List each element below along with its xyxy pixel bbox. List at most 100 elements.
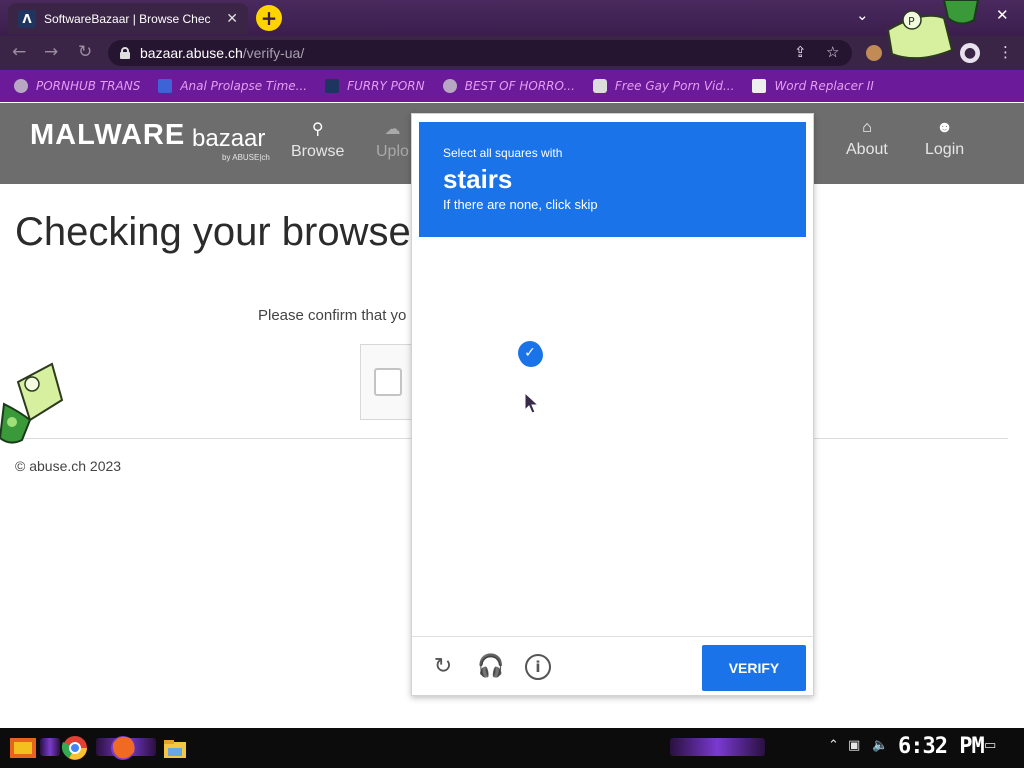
network-icon[interactable]: ▣ — [848, 738, 860, 753]
puzzle-icon — [592, 79, 607, 93]
taskbar-decoration — [40, 738, 60, 756]
captcha-tile[interactable] — [516, 243, 611, 338]
captcha-tile[interactable] — [614, 340, 709, 435]
url-host: bazaar.abuse.ch — [140, 45, 243, 61]
wr-icon — [752, 79, 767, 93]
info-icon[interactable]: i — [525, 654, 551, 680]
back-icon[interactable]: ← — [12, 42, 26, 62]
tile-selected-check-icon: ✓ — [518, 341, 542, 365]
taskbar-decoration — [670, 738, 765, 756]
reload-icon[interactable]: ↻ — [78, 42, 92, 62]
tab-strip: Λ SoftwareBazaar | Browse Chec ✕ + ⌄ ✕ — [0, 0, 1024, 36]
user-icon: ☻ — [936, 119, 953, 136]
captcha-footer: ↻ 🎧 i VERIFY — [412, 636, 815, 697]
tray-overflow-icon[interactable]: ⌃ — [828, 738, 839, 753]
captcha-tile[interactable] — [419, 340, 514, 435]
verify-button[interactable]: VERIFY — [702, 645, 806, 691]
new-tab-button[interactable]: + — [256, 5, 282, 31]
bookmark-label: BEST OF HORRO... — [464, 79, 575, 93]
confirm-text: Please confirm that yo — [258, 307, 407, 324]
building-icon: ⌂ — [862, 119, 872, 136]
bookmark-label: PORNHUB TRANS — [36, 79, 141, 93]
taskbar: ⌃ ▣ 🔈 6:32 PM ▭ — [0, 728, 1024, 768]
site-logo[interactable]: MALWARE — [30, 119, 185, 152]
nav-upload[interactable]: ☁ Uplo — [376, 119, 409, 161]
nav-browse[interactable]: ⚲ Browse — [291, 119, 344, 161]
captcha-tile[interactable] — [419, 243, 514, 338]
bookmark-label: Word Replacer II — [774, 79, 874, 93]
page-title: Checking your browser — [15, 210, 425, 254]
mascot-sticker-left — [0, 362, 64, 444]
captcha-tile[interactable] — [711, 340, 806, 435]
prompt-instruction: Select all squares with — [443, 146, 563, 160]
audio-headphones-icon[interactable]: 🎧 — [477, 654, 504, 680]
bookmark-item[interactable]: Anal Prolapse Time... — [158, 79, 307, 93]
taskbar-clock[interactable]: 6:32 PM — [898, 734, 985, 759]
captcha-tile[interactable] — [711, 535, 806, 630]
bookmark-item[interactable]: PORNHUB TRANS — [14, 79, 140, 93]
captcha-challenge: Select all squares with stairs If there … — [411, 113, 815, 697]
captcha-tile[interactable] — [419, 438, 514, 533]
bookmark-label: FURRY PORN — [347, 79, 425, 93]
globe-icon — [14, 79, 28, 93]
bookmark-label: Anal Prolapse Time... — [180, 79, 308, 93]
bookmark-item[interactable]: Word Replacer II — [752, 79, 874, 93]
browser-tab[interactable]: Λ SoftwareBazaar | Browse Chec ✕ — [8, 3, 248, 34]
captcha-tile[interactable] — [614, 243, 709, 338]
forward-icon[interactable]: → — [44, 42, 58, 62]
captcha-tile[interactable] — [614, 535, 709, 630]
refresh-icon[interactable]: ↻ — [430, 654, 456, 680]
nav-label: Uplo — [376, 143, 409, 160]
captcha-tile[interactable] — [711, 438, 806, 533]
menu-kebab-icon[interactable]: ⋮ — [998, 43, 1013, 61]
nav-label: Login — [925, 141, 965, 158]
mouse-cursor-icon — [524, 392, 540, 414]
url-path: /verify-ua/ — [242, 45, 305, 61]
close-tab-icon[interactable]: ✕ — [226, 11, 238, 27]
mascot-sticker-top-right: P — [886, 0, 980, 60]
nav-label: Browse — [291, 143, 345, 160]
start-icon[interactable] — [8, 734, 38, 762]
nav-about[interactable]: ⌂ About — [846, 119, 888, 159]
chrome-icon[interactable] — [60, 734, 90, 762]
footer-copyright: © abuse.ch 2023 — [15, 458, 122, 474]
prompt-skip-hint: If there are none, click skip — [443, 197, 598, 212]
captcha-prompt: Select all squares with stairs If there … — [419, 122, 806, 237]
captcha-checkbox[interactable] — [374, 368, 402, 396]
volume-icon[interactable]: 🔈 — [872, 738, 888, 753]
browser-toolbar: ← → ↻ bazaar.abuse.ch/verify-ua/ ⇪ ☆ ● ⋮ — [0, 36, 1024, 70]
captcha-tile[interactable] — [516, 535, 611, 630]
bookmark-star-icon[interactable]: ☆ — [826, 43, 839, 61]
nav-label: About — [846, 141, 888, 158]
bookmark-label: Free Gay Porn Vid... — [614, 79, 735, 93]
firefox-icon[interactable] — [108, 734, 138, 762]
globe-icon — [442, 79, 457, 93]
site-logo-byline: by ABUSE|ch — [222, 153, 270, 162]
abuse-logo-icon: Λ — [18, 9, 36, 28]
bookmark-item[interactable]: Free Gay Porn Vid... — [592, 79, 735, 93]
upload-cloud-icon: ☁ — [384, 121, 401, 138]
file-explorer-icon[interactable] — [160, 734, 190, 762]
tab-title: SoftwareBazaar | Browse Chec — [44, 11, 211, 26]
svg-text:P: P — [908, 15, 915, 28]
captcha-tile[interactable] — [419, 535, 514, 630]
address-bar[interactable]: bazaar.abuse.ch/verify-ua/ — [108, 40, 852, 66]
search-icon: ⚲ — [311, 121, 324, 138]
bookmarks-bar: PORNHUB TRANS Anal Prolapse Time... FURR… — [0, 70, 1024, 102]
window-close-icon[interactable]: ✕ — [996, 6, 1009, 24]
notifications-icon[interactable]: ▭ — [984, 738, 996, 753]
extension-avatar-icon[interactable] — [866, 45, 882, 61]
nav-login[interactable]: ☻ Login — [925, 119, 964, 159]
bookmark-square-icon — [158, 79, 173, 93]
abuse-logo-icon — [325, 79, 340, 93]
bookmark-item[interactable]: BEST OF HORRO... — [442, 79, 575, 93]
captcha-tile[interactable] — [711, 243, 806, 338]
site-logo-sub: bazaar — [192, 125, 266, 152]
lock-icon[interactable] — [120, 47, 130, 59]
captcha-tile[interactable] — [614, 438, 709, 533]
share-icon[interactable]: ⇪ — [794, 43, 807, 61]
tab-search-icon[interactable]: ⌄ — [856, 6, 869, 24]
captcha-tile[interactable] — [516, 438, 611, 533]
prompt-keyword: stairs — [443, 164, 513, 194]
bookmark-item[interactable]: FURRY PORN — [325, 79, 425, 93]
